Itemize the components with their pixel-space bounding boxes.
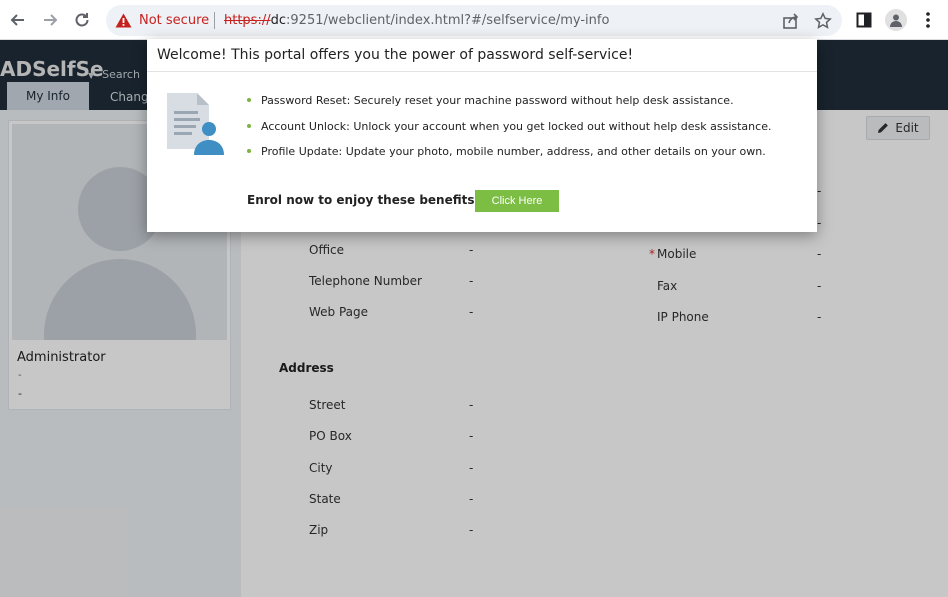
- browser-toolbar: Not secure https://dc:9251/webclient/ind…: [0, 0, 948, 40]
- reload-icon: [75, 13, 89, 27]
- welcome-modal: Welcome! This portal offers you the powe…: [147, 39, 817, 232]
- benefit-password-reset: Password Reset: Securely reset your mach…: [247, 94, 734, 107]
- omnibox-separator: [214, 12, 215, 29]
- address-bar[interactable]: Not secure https://dc:9251/webclient/ind…: [106, 5, 842, 36]
- document-user-icon: [165, 91, 225, 158]
- url-path: :9251/webclient/index.html?#/selfservice…: [286, 13, 610, 28]
- benefit-account-unlock: Account Unlock: Unlock your account when…: [247, 120, 771, 133]
- not-secure-label[interactable]: Not secure: [139, 13, 209, 28]
- forward-button[interactable]: [38, 8, 62, 32]
- bullet-dot: [247, 149, 251, 153]
- back-arrow-icon: [10, 14, 24, 26]
- warning-icon[interactable]: [115, 13, 132, 31]
- kebab-menu-icon: [926, 12, 930, 28]
- benefit-text: Profile Update: Update your photo, mobil…: [261, 145, 766, 158]
- share-icon[interactable]: [782, 12, 800, 33]
- reload-button[interactable]: [70, 8, 94, 32]
- side-panel-button[interactable]: [852, 8, 876, 32]
- enrol-text: Enrol now to enjoy these benefits!: [247, 193, 480, 207]
- forward-arrow-icon: [44, 14, 58, 26]
- url-protocol: https://: [224, 13, 271, 28]
- back-button[interactable]: [6, 8, 30, 32]
- click-here-button[interactable]: Click Here: [475, 190, 559, 212]
- side-panel-icon: [856, 12, 872, 28]
- benefit-profile-update: Profile Update: Update your photo, mobil…: [247, 145, 766, 158]
- modal-divider: [147, 71, 817, 72]
- modal-title: Welcome! This portal offers you the powe…: [157, 47, 634, 63]
- profile-button[interactable]: [884, 8, 908, 32]
- bullet-dot: [247, 124, 251, 128]
- url-host: dc: [270, 13, 287, 28]
- bullet-dot: [247, 98, 251, 102]
- url-text[interactable]: https://dc:9251/webclient/index.html?#/s…: [224, 13, 609, 28]
- star-icon[interactable]: [814, 12, 832, 33]
- benefit-text: Password Reset: Securely reset your mach…: [261, 94, 734, 107]
- profile-avatar-icon: [885, 9, 907, 31]
- benefit-text: Account Unlock: Unlock your account when…: [261, 120, 772, 133]
- menu-button[interactable]: [916, 8, 940, 32]
